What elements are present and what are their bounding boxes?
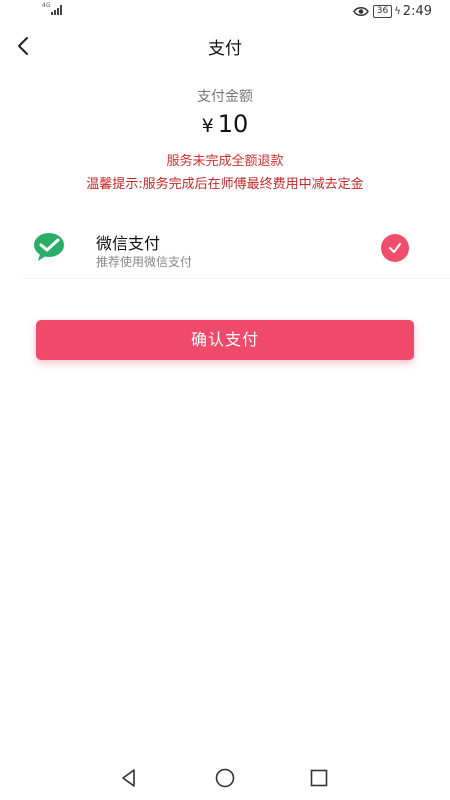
nav-recent-square-icon bbox=[310, 769, 328, 787]
payment-method-name: 微信支付 bbox=[96, 234, 161, 253]
signal-indicator: 4G bbox=[42, 2, 63, 15]
page-title: 支付 bbox=[208, 39, 242, 59]
network-type: 4G bbox=[42, 2, 51, 9]
refund-note: 服务未完成全额退款 bbox=[166, 154, 284, 169]
payment-method-desc: 推荐使用微信支付 bbox=[96, 255, 193, 269]
check-icon bbox=[389, 243, 401, 253]
amount-label: 支付金额 bbox=[197, 89, 253, 105]
amount-value: ¥10 bbox=[0, 110, 450, 138]
amount-number: 10 bbox=[217, 110, 249, 138]
charging-icon: ϟ bbox=[394, 6, 401, 17]
nav-back-triangle-icon bbox=[122, 769, 135, 787]
wechat-icon bbox=[34, 233, 64, 261]
signal-bars-icon bbox=[51, 3, 63, 15]
nav-back-button[interactable] bbox=[118, 767, 140, 789]
nav-bar: 支付 bbox=[0, 24, 450, 68]
battery-level: 36 bbox=[372, 5, 393, 18]
confirm-pay-button[interactable]: 确认支付 bbox=[36, 320, 414, 360]
eye-icon bbox=[352, 7, 369, 16]
status-bar: 4G 36 ϟ 2:49 bbox=[0, 0, 450, 24]
status-right: 36 ϟ 2:49 bbox=[352, 4, 432, 19]
clock: 2:49 bbox=[402, 4, 432, 19]
tip-note: 温馨提示:服务完成后在师傅最终费用中减去定金 bbox=[86, 177, 364, 192]
selected-check-button[interactable] bbox=[381, 234, 409, 262]
payment-option-wechat[interactable]: 微信支付 推荐使用微信支付 bbox=[22, 222, 450, 279]
nav-home-button[interactable] bbox=[214, 767, 236, 789]
system-nav-bar bbox=[0, 755, 450, 800]
nav-home-circle-icon bbox=[215, 768, 235, 788]
currency-symbol: ¥ bbox=[201, 115, 214, 137]
nav-recent-button[interactable] bbox=[308, 767, 330, 789]
